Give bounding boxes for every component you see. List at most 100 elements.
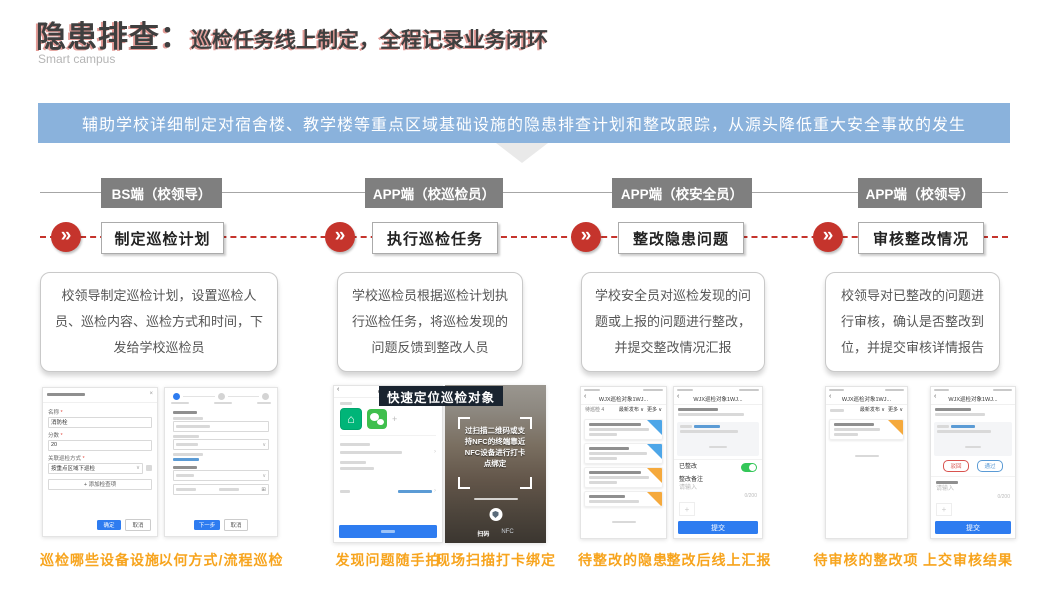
cancel-button[interactable]: 取消 xyxy=(224,519,248,531)
filter-pending: 待巡检 4 xyxy=(585,407,604,414)
dialog-title-placeholder xyxy=(47,393,85,396)
chevron-down-icon: ∨ xyxy=(136,465,140,471)
step-rectify: 整改隐患问题 xyxy=(618,222,744,254)
ribbon-orange xyxy=(647,468,662,483)
sort-dropdown[interactable]: 最新发布 ∨ xyxy=(860,407,885,414)
ribbon-orange xyxy=(647,492,662,507)
back-icon[interactable]: ‹ xyxy=(584,393,586,400)
task-card[interactable] xyxy=(584,419,663,440)
quick-locate-banner: 快速定位巡检对象 xyxy=(379,386,503,406)
calendar-icon: ⊞ xyxy=(261,487,266,493)
page-subtitle: Smart campus xyxy=(38,52,115,66)
back-icon[interactable]: ‹ xyxy=(677,393,679,400)
submit-button[interactable]: 提交 xyxy=(935,521,1011,534)
approve-button[interactable]: 通过 xyxy=(977,460,1003,472)
summary-banner: 辅助学校详细制定对宿舍楼、教学楼等重点区域基础设施的隐患排查计划和整改跟踪，从源… xyxy=(38,103,1010,143)
badge-app-inspector: APP端（校巡检员） xyxy=(365,178,503,208)
remark-placeholder[interactable]: 请输入 xyxy=(679,485,757,493)
more-dropdown[interactable]: 更多 ∨ xyxy=(647,407,662,414)
char-count: 0/200 xyxy=(936,494,1010,501)
app-navbar: ‹ WJX巡检对象1WJ... xyxy=(674,393,762,405)
tab-nfc[interactable]: NFC xyxy=(501,529,513,538)
chevron-double-icon: » xyxy=(571,222,601,252)
step-execute-task: 执行巡检任务 xyxy=(372,222,498,254)
badge-app-leader: APP端（校领导） xyxy=(858,178,982,208)
scan-mode-tabs: 扫码 NFC xyxy=(445,529,546,538)
step-review: 审核整改情况 xyxy=(858,222,984,254)
step-dot-active xyxy=(173,393,180,400)
caption-pending-issues: 待整改的隐患 xyxy=(578,550,668,570)
remark-label: 整改备注 xyxy=(679,477,757,485)
caption-what-devices: 巡检哪些设备设施 xyxy=(40,550,160,570)
back-icon[interactable]: ‹ xyxy=(337,386,339,393)
score-input[interactable]: 20 xyxy=(48,440,152,451)
app-navbar: ‹ WJX巡检对象1WJ... xyxy=(931,393,1015,405)
page-title: WJX巡检对象1WJ... xyxy=(948,395,997,403)
caption-submit-result: 上交审核结果 xyxy=(923,550,1013,570)
add-photo-icon[interactable]: + xyxy=(392,414,397,424)
desc-review: 校领导对已整改的问题进行审核，确认是否整改到位，并提交审核详情报告 xyxy=(825,272,1000,372)
chevron-double-icon: » xyxy=(325,222,355,252)
caption-pending-audit: 待审核的整改项 xyxy=(814,550,919,570)
caption-how-inspect: 以何方式/流程巡检 xyxy=(159,550,284,570)
task-card[interactable] xyxy=(584,467,663,488)
chevron-right-icon: › xyxy=(434,488,436,494)
ribbon-blue xyxy=(647,444,662,459)
char-count: 0/200 xyxy=(679,493,757,500)
caption-report-online: 整改后线上汇报 xyxy=(667,550,772,570)
task-card[interactable] xyxy=(584,491,663,507)
back-icon[interactable]: ‹ xyxy=(934,393,936,400)
wechat-icon[interactable] xyxy=(367,409,387,429)
add-check-item-button[interactable]: + 添加检查项 xyxy=(48,479,152,490)
cancel-button[interactable]: 取消 xyxy=(125,519,151,531)
page-title: WJX巡检对象1WJ... xyxy=(842,395,891,403)
screenshot-audit-list: ‹ WJX巡检对象1WJ... 最新发布 ∨ 更多 ∨ xyxy=(825,386,908,539)
add-photo-box[interactable]: + xyxy=(936,503,952,516)
field-label: 名称 * xyxy=(48,408,152,416)
chevron-down-icon: ∨ xyxy=(262,442,266,448)
delete-icon[interactable] xyxy=(146,465,152,471)
screenshot-plan-dialog: × 名称 * 消防栓 分数 * 20 关联巡检方式 * 按重点区域下巡检∨ + … xyxy=(42,387,158,537)
bind-button[interactable] xyxy=(339,525,436,538)
screenshot-rectify-list: ‹ WJX巡检对象1WJ... 待巡检 4 最新发布 ∨ 更多 ∨ xyxy=(580,386,667,539)
caption-scan-bind: 现场扫描打卡绑定 xyxy=(436,550,556,570)
tab-scan-qr[interactable]: 扫码 xyxy=(477,529,489,538)
desc-rectify: 学校安全员对巡检发现的问题或上报的问题进行整改，并提交整改情况汇报 xyxy=(581,272,765,372)
method-select[interactable]: 按重点区域下巡检∨ xyxy=(48,463,143,474)
page-title: WJX巡检对象1WJ... xyxy=(693,395,742,403)
task-card[interactable] xyxy=(829,419,904,440)
more-dropdown[interactable]: 更多 ∨ xyxy=(888,407,903,414)
add-photo-box[interactable]: + xyxy=(679,502,695,516)
back-icon[interactable]: ‹ xyxy=(829,393,831,400)
badge-app-safety-officer: APP端（校安全员） xyxy=(612,178,752,208)
page-title: 隐患排查：巡检任务线上制定，全程记录业务闭环 xyxy=(36,12,548,56)
submit-button[interactable]: 提交 xyxy=(678,521,757,534)
caption-snap-problems: 发现问题随手拍 xyxy=(336,550,441,570)
banner-arrow-down-icon xyxy=(496,143,548,163)
next-step-button[interactable]: 下一步 xyxy=(194,520,220,530)
toggle-label: 已整改 xyxy=(679,464,697,472)
nfc-shield-icon[interactable] xyxy=(489,508,502,521)
close-icon[interactable]: × xyxy=(149,391,153,399)
detail-box xyxy=(677,422,759,456)
badge-bs-leader: BS端（校领导） xyxy=(101,178,222,208)
chevron-down-icon: ∨ xyxy=(262,473,266,479)
desc-make-plan: 校领导制定巡检计划，设置巡检人员、巡检内容、巡检方式和时间，下发给学校巡检员 xyxy=(40,272,278,372)
reject-button[interactable]: 驳回 xyxy=(943,460,969,472)
field-label: 关联巡检方式 * xyxy=(48,454,152,462)
confirm-button[interactable]: 确定 xyxy=(97,520,121,530)
page-title: WJX巡检对象1WJ... xyxy=(599,395,648,403)
detail-box xyxy=(934,422,1012,456)
scan-instruction: 过扫描二维码或支持NFC的终端靠近NFC设备进行打卡点绑定 xyxy=(462,425,528,469)
scan-frame: 过扫描二维码或支持NFC的终端靠近NFC设备进行打卡点绑定 xyxy=(458,417,532,489)
screenshot-app-bind: ‹ ⌂ + › › xyxy=(333,385,443,543)
chevron-double-icon: » xyxy=(813,222,843,252)
task-card[interactable] xyxy=(584,443,663,464)
remark-placeholder[interactable]: 请输入 xyxy=(936,486,1010,494)
ribbon-orange xyxy=(888,420,903,435)
step-make-plan: 制定巡检计划 xyxy=(101,222,224,254)
rectified-toggle[interactable] xyxy=(741,463,757,472)
campus-app-icon[interactable]: ⌂ xyxy=(340,408,362,430)
name-input[interactable]: 消防栓 xyxy=(48,417,152,428)
sort-dropdown[interactable]: 最新发布 ∨ xyxy=(619,407,644,414)
